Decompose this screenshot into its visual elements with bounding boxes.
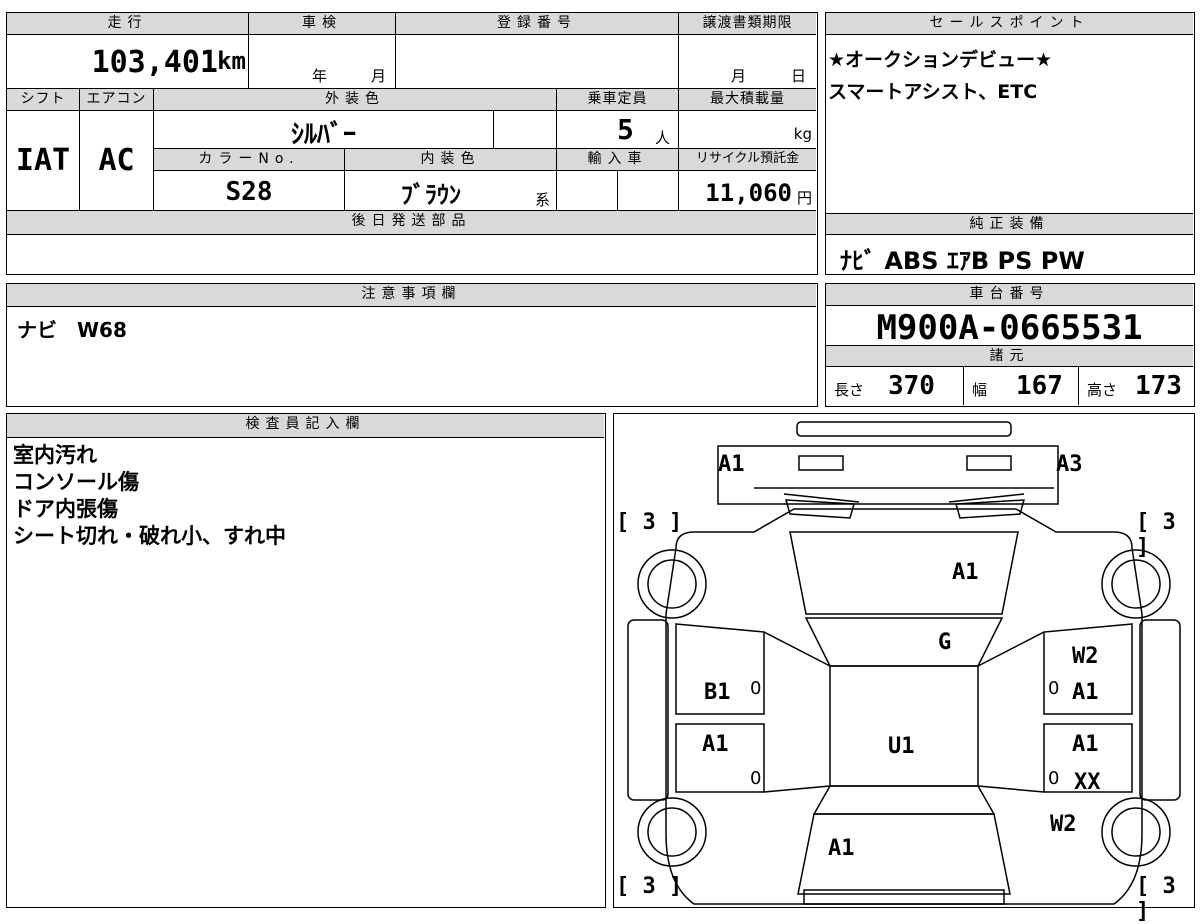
spec-height-value: 173 [1135, 371, 1182, 401]
exterior-color-value: ｼﾙﾊﾞｰ [290, 120, 356, 150]
notes-box: 注意事項欄 ナビ W68 [6, 283, 818, 407]
inspector-line-1: 室内汚れ [13, 443, 97, 467]
tire-front-right: [ 3 ] [1136, 510, 1176, 560]
sales-points-header: セールスポイント [826, 13, 1193, 35]
interior-color-cell: ﾌﾞﾗｳﾝ 系 [345, 171, 557, 211]
inspection-year-unit: 年 [312, 67, 328, 85]
max-load-cell: kg [679, 111, 816, 149]
chassis-value: M900A-0665531 [876, 308, 1143, 348]
inspection-header: 車検 [249, 13, 396, 35]
mark-right-fender: W2 [1072, 644, 1099, 669]
mark-zero-rr: 0 [1048, 768, 1060, 789]
mark-right-rear-quarter: W2 [1050, 812, 1077, 837]
mileage-unit: km [217, 47, 246, 75]
exterior-color-cell: ｼﾙﾊﾞｰ [154, 111, 494, 150]
registration-cell [396, 35, 679, 89]
spec-width-cell: 幅 167 [964, 367, 1079, 405]
mark-front-right: A3 [1056, 452, 1083, 477]
interior-color-header: 内装色 [345, 149, 557, 171]
color-no-cell: S28 [154, 171, 345, 211]
color-no-value: S28 [225, 177, 273, 207]
mark-zero-rf: 0 [1048, 678, 1060, 699]
mark-hood: A1 [952, 560, 979, 585]
main-info-grid: 走行 車検 登録番号 譲渡書類期限 103,401 km 年 月 月 日 シフト… [6, 12, 818, 275]
transfer-deadline-header: 譲渡書類期限 [679, 13, 816, 35]
import-cell-a [557, 171, 618, 211]
car-diagram [627, 421, 1181, 905]
car-diagram-box: [ 3 ] [ 3 ] [ 3 ] [ 3 ] A1 A3 A1 G B1 0 … [613, 413, 1195, 924]
aircon-header: エアコン [80, 89, 154, 111]
interior-color-value: ﾌﾞﾗｳﾝ [401, 181, 461, 209]
spec-height-cell: 高さ 173 [1079, 367, 1193, 405]
inspector-line-3: ドア内張傷 [13, 497, 118, 521]
inspection-cell: 年 月 [249, 35, 396, 89]
equipment-header: 純正装備 [826, 213, 1193, 235]
max-load-unit: kg [793, 125, 812, 143]
max-load-header: 最大積載量 [679, 89, 816, 111]
mark-windshield: G [938, 630, 952, 655]
mark-left-front-door: B1 [704, 680, 731, 705]
tire-front-left: [ 3 ] [616, 510, 683, 535]
recycle-cell: 11,060 円 [679, 171, 816, 211]
spec-height-label: 高さ [1087, 381, 1118, 399]
registration-header: 登録番号 [396, 13, 679, 35]
notes-header: 注意事項欄 [7, 284, 816, 307]
mark-rear: A1 [828, 836, 855, 861]
sales-points-box: セールスポイント ★オークションデビュー★ スマートアシスト、ETC 純正装備 … [825, 12, 1195, 275]
inspector-line-2: コンソール傷 [13, 470, 139, 494]
exterior-color-header: 外装色 [154, 89, 557, 111]
interior-color-suffix: 系 [535, 191, 551, 209]
recycle-unit: 円 [796, 189, 812, 207]
equipment-value: ﾅﾋﾞ ABS ｴｱB PS PW [840, 247, 1085, 275]
capacity-unit: 人 [655, 129, 671, 147]
spec-length-cell: 長さ 370 [826, 367, 964, 405]
tire-rear-left: [ 3 ] [616, 874, 683, 899]
aircon-value: AC [98, 143, 135, 178]
specs-header: 諸元 [826, 345, 1193, 367]
spec-width-value: 167 [1016, 371, 1063, 401]
spec-length-value: 370 [888, 371, 935, 401]
sales-points-line1: ★オークションデビュー★ [828, 49, 1053, 71]
mileage-cell: 103,401 km [7, 35, 249, 89]
transfer-deadline-cell: 月 日 [679, 35, 816, 89]
shift-value: IAT [15, 143, 71, 178]
deadline-month-unit: 月 [731, 67, 747, 85]
capacity-cell: 5 人 [557, 111, 679, 149]
color-no-header: カラーNo. [154, 149, 345, 171]
mark-front-left: A1 [718, 452, 745, 477]
shift-header: シフト [7, 89, 80, 111]
spec-length-label: 長さ [834, 381, 865, 399]
mileage-header: 走行 [7, 13, 249, 35]
inspector-line-4: シート切れ・破れ小、すれ中 [13, 524, 286, 548]
mileage-value: 103,401 [91, 45, 218, 80]
mark-zero-lf: 0 [750, 678, 762, 699]
notes-line1: ナビ W68 [17, 318, 127, 342]
mark-right-rear-door: A1 [1072, 732, 1099, 757]
spec-width-label: 幅 [972, 381, 988, 399]
inspector-header: 検査員記入欄 [7, 414, 604, 438]
mark-zero-lr: 0 [750, 768, 762, 789]
aircon-cell: AC [80, 111, 154, 211]
sales-points-line2: スマートアシスト、ETC [828, 81, 1038, 103]
later-parts-header: 後日発送部品 [7, 211, 816, 235]
chassis-header: 車台番号 [826, 284, 1193, 306]
inspection-month-unit: 月 [371, 67, 387, 85]
recycle-value: 11,060 [705, 179, 792, 207]
import-header: 輸入車 [557, 149, 679, 171]
exterior-color-extra [494, 111, 557, 149]
capacity-header: 乗車定員 [557, 89, 679, 111]
mark-right-rear-xx: XX [1074, 770, 1101, 795]
tire-rear-right: [ 3 ] [1136, 874, 1176, 924]
mark-left-rear-door: A1 [702, 732, 729, 757]
import-cell-b [618, 171, 679, 211]
deadline-day-unit: 日 [791, 67, 807, 85]
shift-cell: IAT [7, 111, 80, 211]
inspector-box: 検査員記入欄 室内汚れ コンソール傷 ドア内張傷 シート切れ・破れ小、すれ中 [6, 413, 606, 908]
capacity-value: 5 [617, 113, 634, 146]
mark-right-front-door: A1 [1072, 680, 1099, 705]
mark-roof: U1 [888, 734, 915, 759]
chassis-box: 車台番号 M900A-0665531 諸元 長さ 370 幅 167 高さ 17… [825, 283, 1195, 407]
recycle-header: リサイクル預託金 [679, 149, 816, 171]
